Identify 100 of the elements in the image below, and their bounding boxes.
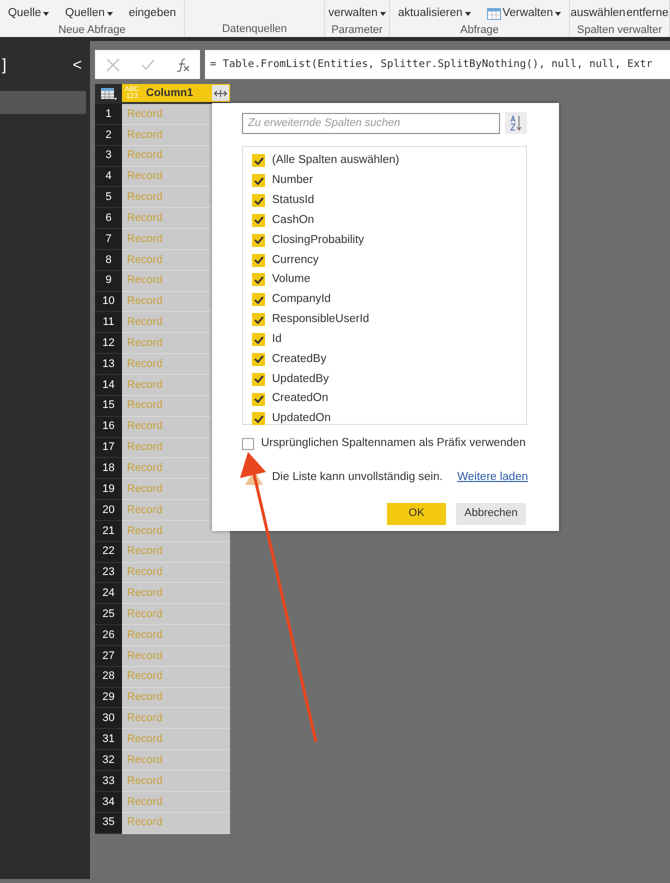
group-label: Datenquellen: [221, 22, 288, 36]
checkbox[interactable]: [252, 392, 265, 406]
ribbon-button[interactable]: Verwalten: [486, 5, 562, 22]
group-label: Abfrage: [459, 23, 500, 38]
row-number: 11: [95, 312, 122, 334]
column-name: Column1: [146, 86, 194, 101]
ribbon-button[interactable]: auswählen: [570, 5, 626, 22]
table-cell[interactable]: Record: [122, 729, 230, 750]
table-icon: [486, 8, 500, 20]
prefix-option[interactable]: Ursprünglichen Spaltennamen als Präfix verwenden: [242, 435, 528, 452]
table-cell[interactable]: Record: [122, 771, 230, 792]
bracket-text: ]: [2, 56, 6, 76]
dropdown-icon: [380, 12, 386, 16]
checkbox[interactable]: [252, 273, 265, 286]
row-number: 16: [95, 416, 122, 438]
row-number: 8: [95, 250, 122, 271]
table-cell[interactable]: Record: [122, 666, 230, 688]
table-cell[interactable]: Record: [122, 812, 230, 834]
column-option[interactable]: CompanyId: [252, 290, 526, 310]
row-number: 22: [95, 542, 122, 563]
ribbon-button[interactable]: Quelle: [8, 5, 50, 22]
column-option[interactable]: UpdatedBy: [252, 369, 526, 390]
row-number: 12: [95, 333, 122, 354]
checkbox[interactable]: [252, 333, 265, 346]
row-number: 32: [95, 750, 122, 771]
collapse-button[interactable]: <: [72, 54, 88, 78]
column-option[interactable]: ResponsibleUserId: [252, 310, 526, 330]
ribbon-button[interactable]: eingeben: [128, 5, 176, 22]
warning-text: Die Liste kann unvollständig sein.: [272, 470, 443, 486]
ribbon-button[interactable]: Quellen: [65, 5, 113, 22]
row-number: 13: [95, 354, 122, 375]
function-icon[interactable]: [176, 58, 190, 72]
search-field[interactable]: Zu erweiternde Spalten suchen: [242, 112, 500, 134]
dropdown-icon: [43, 12, 50, 16]
table-cell[interactable]: Record: [122, 792, 230, 813]
column-option[interactable]: CreatedBy: [252, 349, 526, 370]
column-option[interactable]: Currency: [252, 250, 526, 270]
row-number: 18: [95, 458, 122, 480]
checkbox[interactable]: [252, 154, 265, 168]
column-option[interactable]: ClosingProbability: [252, 230, 526, 250]
row-number: 1: [95, 104, 122, 125]
column-option[interactable]: Number: [252, 170, 526, 191]
group-label: Neue Abfrage: [57, 23, 127, 38]
ok-button[interactable]: OK: [387, 502, 446, 524]
column-option[interactable]: UpdatedOn: [252, 408, 526, 429]
expand-icon: [214, 88, 227, 98]
dropdown-icon: [106, 12, 113, 16]
expand-button[interactable]: [212, 85, 229, 101]
load-more-link[interactable]: Weitere laden: [457, 469, 528, 486]
checkbox[interactable]: [252, 313, 265, 326]
table-cell[interactable]: Record: [122, 688, 230, 708]
column-option[interactable]: CashOn: [252, 210, 526, 230]
checkbox[interactable]: [252, 174, 265, 188]
row-number: 14: [95, 374, 122, 396]
column-option[interactable]: Id: [252, 330, 526, 350]
row-number: 2: [95, 124, 122, 146]
row-number: 9: [95, 270, 122, 292]
cancel-button[interactable]: Abbrechen: [456, 502, 526, 524]
row-number: 4: [95, 166, 122, 188]
column-option[interactable]: StatusId: [252, 190, 526, 211]
ribbon-button[interactable]: aktualisieren: [398, 5, 471, 22]
column-option[interactable]: CreatedOn: [252, 389, 526, 409]
row-number: 20: [95, 500, 122, 521]
ribbon-button[interactable]: verwalten: [328, 5, 386, 22]
row-number: 28: [95, 666, 122, 688]
row-number: 23: [95, 562, 122, 584]
table-cell[interactable]: Record: [122, 625, 230, 646]
checkbox[interactable]: [252, 214, 265, 227]
row-number: 30: [95, 708, 122, 730]
checkbox[interactable]: [252, 412, 265, 426]
sort-button[interactable]: [505, 112, 527, 134]
checkbox[interactable]: [252, 352, 265, 366]
table-cell[interactable]: Record: [122, 562, 230, 584]
table-cell[interactable]: Record: [122, 708, 230, 730]
row-number: 7: [95, 229, 122, 250]
table-cell[interactable]: Record: [122, 750, 230, 771]
group-label: Spalten verwalter: [576, 23, 663, 38]
checkbox[interactable]: [252, 293, 265, 306]
row-number: 24: [95, 583, 122, 604]
row-number: 19: [95, 479, 122, 500]
row-number: 29: [95, 688, 122, 708]
table-menu-icon[interactable]: [95, 84, 122, 104]
table-cell[interactable]: Record: [122, 604, 230, 626]
column-option[interactable]: (Alle Spalten auswählen): [252, 151, 526, 171]
checkbox[interactable]: [252, 372, 265, 386]
formula-field[interactable]: = Table.FromList(Entities, Splitter.SplitByNothing(), null, null, Extr: [205, 50, 670, 79]
checkbox[interactable]: [252, 194, 265, 208]
table-cell[interactable]: Record: [122, 583, 230, 604]
sort-icon: [509, 115, 523, 131]
row-number: 10: [95, 292, 122, 312]
checkbox[interactable]: [252, 234, 265, 247]
column-option[interactable]: Volume: [252, 270, 526, 290]
ribbon-button[interactable]: entferne: [626, 5, 669, 22]
table-cell[interactable]: Record: [122, 542, 230, 563]
dropdown-icon: [555, 12, 562, 16]
checkbox[interactable]: [252, 254, 265, 267]
row-number: 3: [95, 146, 122, 167]
checkbox[interactable]: [242, 438, 254, 450]
table-cell[interactable]: Record: [122, 646, 230, 667]
row-number: 31: [95, 729, 122, 750]
